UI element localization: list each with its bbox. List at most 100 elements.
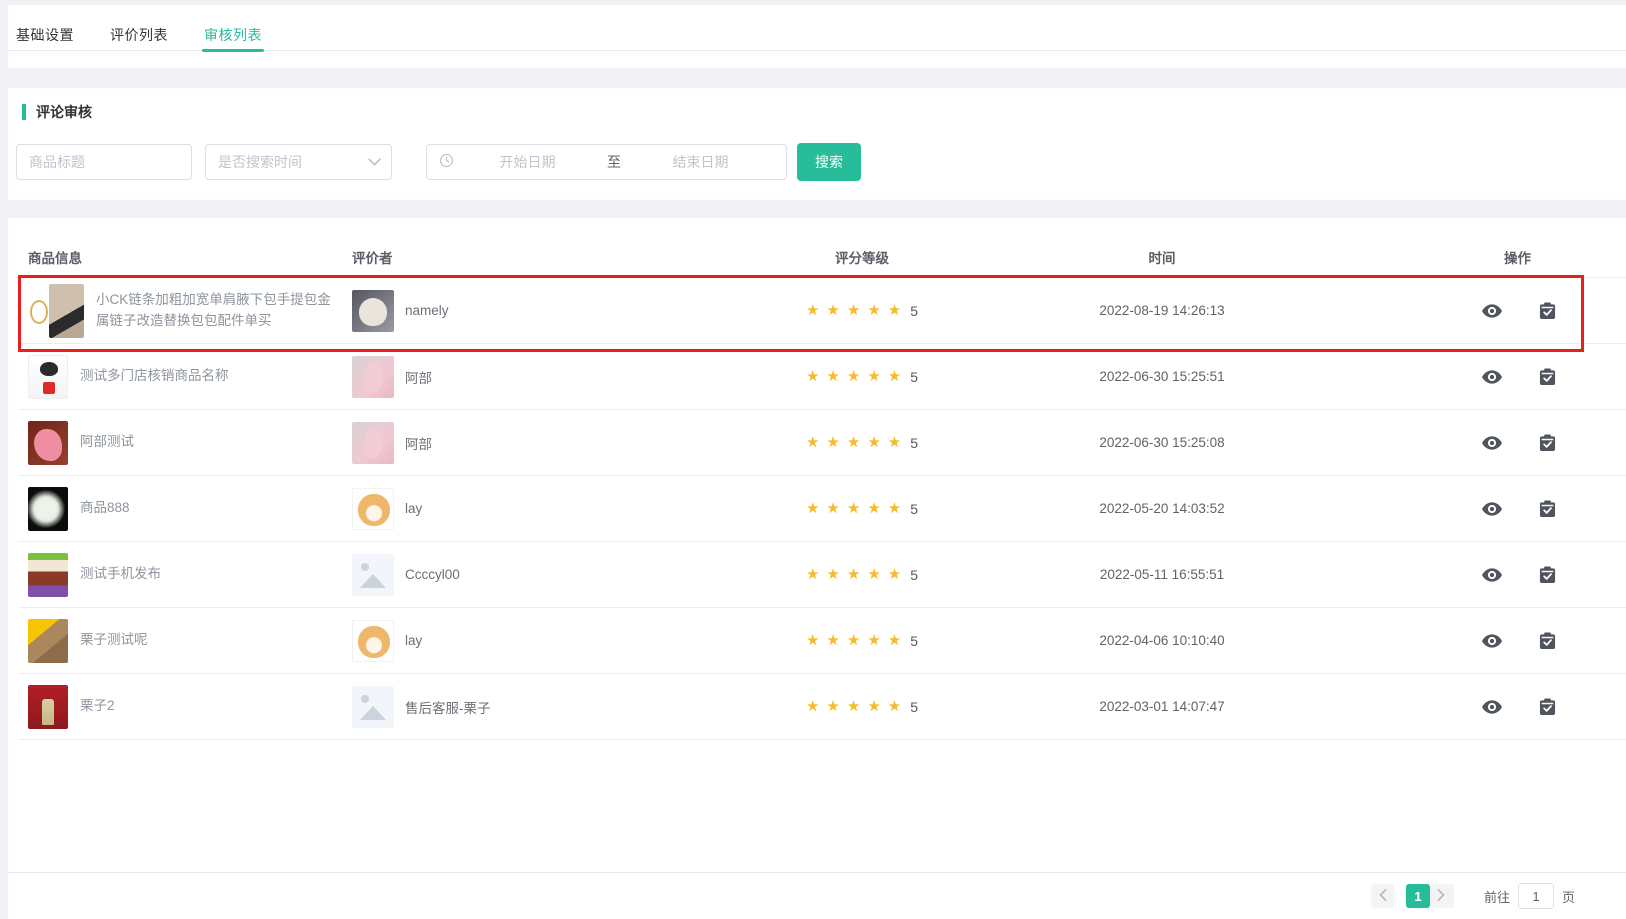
star-icon: ★ — [826, 434, 839, 451]
product-thumbnail — [28, 619, 68, 663]
star-icon: ★ — [847, 434, 860, 451]
star-icon: ★ — [888, 500, 901, 517]
star-icon: ★ — [847, 302, 860, 319]
clipboard-check-icon — [1539, 566, 1556, 584]
filter-panel: 评论审核 是否搜索时间 开始日期 至 结束日期 — [8, 88, 1626, 200]
rating-value: 5 — [910, 633, 918, 649]
rating-value: 5 — [910, 435, 918, 451]
table-header: 商品信息 评价者 评分等级 时间 操作 — [18, 218, 1626, 278]
view-review-button[interactable] — [1482, 700, 1502, 714]
product-name: 栗子2 — [80, 696, 115, 717]
product-name: 小CK链条加粗加宽单肩腋下包手提包金属链子改造替换包包配件单买 — [96, 290, 336, 332]
product-thumbnail — [28, 553, 68, 597]
section-title-text: 评论审核 — [36, 102, 92, 122]
pagination-bar: 1 前往 页 — [8, 872, 1626, 919]
column-header-reviewer: 评价者 — [352, 247, 782, 267]
star-rating: ★★★★★ — [806, 433, 908, 452]
page-number-button[interactable]: 1 — [1406, 884, 1430, 908]
table-body: 小CK链条加粗加宽单肩腋下包手提包金属链子改造替换包包配件单买 namely ★… — [18, 278, 1626, 740]
eye-icon — [1482, 304, 1502, 318]
star-rating: ★★★★★ — [806, 301, 908, 320]
product-title-input-box — [16, 144, 192, 180]
star-icon: ★ — [806, 632, 819, 649]
table-row: 阿部测试 阿部 ★★★★★ 5 2022-06-30 15:25:08 — [18, 410, 1626, 476]
star-icon: ★ — [847, 368, 860, 385]
chevron-left-icon — [1378, 889, 1387, 904]
view-review-button[interactable] — [1482, 568, 1502, 582]
star-icon: ★ — [888, 302, 901, 319]
tab-basic-settings[interactable]: 基础设置 — [16, 25, 74, 50]
page-goto-input[interactable] — [1518, 883, 1554, 909]
tab-audit-list[interactable]: 审核列表 — [204, 25, 262, 50]
audit-review-button[interactable] — [1539, 566, 1556, 584]
tab-review-list[interactable]: 评价列表 — [110, 25, 168, 50]
table-row: 测试多门店核销商品名称 阿部 ★★★★★ 5 2022-06-30 15:25:… — [18, 344, 1626, 410]
clipboard-check-icon — [1539, 632, 1556, 650]
table-row: 测试手机发布 Ccccyl00 ★★★★★ 5 2022-05-11 16:55… — [18, 542, 1626, 608]
star-icon: ★ — [867, 698, 880, 715]
end-date-placeholder[interactable]: 结束日期 — [627, 152, 774, 172]
clipboard-check-icon — [1539, 368, 1556, 386]
star-icon: ★ — [847, 500, 860, 517]
audit-review-button[interactable] — [1539, 302, 1556, 320]
search-time-select[interactable]: 是否搜索时间 — [205, 144, 392, 180]
review-time: 2022-03-01 14:07:47 — [942, 699, 1382, 714]
table-row: 商品888 lay ★★★★★ 5 2022-05-20 14:03:52 — [18, 476, 1626, 542]
audit-review-button[interactable] — [1539, 368, 1556, 386]
rating-value: 5 — [910, 303, 918, 319]
start-date-placeholder[interactable]: 开始日期 — [454, 152, 601, 172]
audit-review-button[interactable] — [1539, 434, 1556, 452]
clipboard-check-icon — [1539, 302, 1556, 320]
review-time: 2022-04-06 10:10:40 — [942, 633, 1382, 648]
reviewer-name: Ccccyl00 — [405, 567, 460, 582]
audit-review-button[interactable] — [1539, 632, 1556, 650]
product-name: 测试手机发布 — [80, 564, 161, 585]
reviewer-avatar — [352, 422, 394, 464]
view-review-button[interactable] — [1482, 502, 1502, 516]
star-icon: ★ — [867, 368, 880, 385]
star-icon: ★ — [806, 434, 819, 451]
star-icon: ★ — [847, 566, 860, 583]
star-icon: ★ — [847, 632, 860, 649]
star-rating: ★★★★★ — [806, 499, 908, 518]
view-review-button[interactable] — [1482, 370, 1502, 384]
audit-review-button[interactable] — [1539, 698, 1556, 716]
view-review-button[interactable] — [1482, 634, 1502, 648]
product-name: 测试多门店核销商品名称 — [80, 366, 229, 387]
star-icon: ★ — [867, 566, 880, 583]
reviewer-avatar — [352, 488, 394, 530]
view-review-button[interactable] — [1482, 304, 1502, 318]
view-review-button[interactable] — [1482, 436, 1502, 450]
product-title-input[interactable] — [29, 154, 179, 170]
chevron-down-icon — [368, 154, 381, 170]
review-time: 2022-05-20 14:03:52 — [942, 501, 1382, 516]
reviewer-avatar — [352, 620, 394, 662]
star-icon: ★ — [806, 500, 819, 517]
column-header-actions: 操作 — [1382, 247, 1626, 267]
review-time: 2022-08-19 14:26:13 — [942, 303, 1382, 318]
reviewer-avatar — [352, 356, 394, 398]
rating-value: 5 — [910, 699, 918, 715]
star-icon: ★ — [826, 302, 839, 319]
prev-page-button[interactable] — [1371, 884, 1395, 908]
tab-bar: 基础设置 评价列表 审核列表 — [8, 5, 1626, 68]
search-button[interactable]: 搜索 — [797, 143, 861, 181]
star-icon: ★ — [888, 566, 901, 583]
star-icon: ★ — [888, 632, 901, 649]
column-header-time: 时间 — [942, 247, 1382, 267]
search-time-select-placeholder: 是否搜索时间 — [218, 152, 302, 172]
star-icon: ★ — [806, 698, 819, 715]
section-title: 评论审核 — [22, 102, 1626, 122]
next-page-button[interactable] — [1430, 884, 1454, 908]
product-thumbnail — [28, 685, 68, 729]
star-icon: ★ — [826, 368, 839, 385]
table-row: 栗子2 售后客服-栗子 ★★★★★ 5 2022-03-01 14:07:47 — [18, 674, 1626, 740]
reviewer-name: lay — [405, 633, 422, 648]
page-unit-label: 页 — [1562, 887, 1575, 906]
audit-review-button[interactable] — [1539, 500, 1556, 518]
star-icon: ★ — [826, 566, 839, 583]
date-range-picker[interactable]: 开始日期 至 结束日期 — [426, 144, 787, 180]
star-icon: ★ — [806, 368, 819, 385]
reviewer-name: 阿部 — [405, 367, 432, 387]
star-icon: ★ — [888, 368, 901, 385]
